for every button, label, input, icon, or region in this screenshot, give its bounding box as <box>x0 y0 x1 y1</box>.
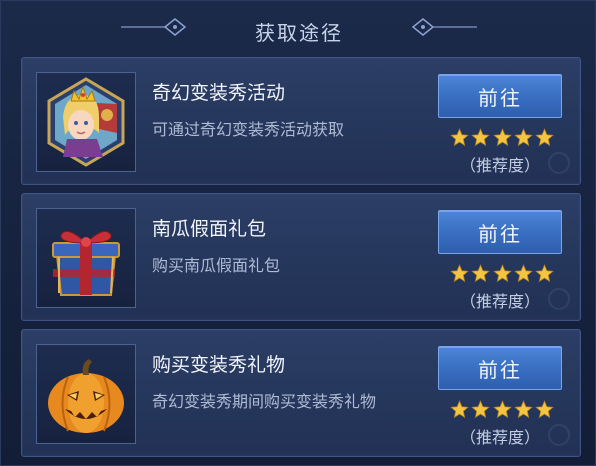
item-description: 购买南瓜假面礼包 <box>152 256 281 275</box>
acquisition-panel: 获取途径 奇幻变装秀活动 可通过奇幻变装秀活动获取 前往 （推荐度） 南瓜假面礼… <box>0 0 596 466</box>
recommendation-label: （推荐度） <box>459 156 540 175</box>
pumpkin-icon <box>48 359 124 433</box>
star-icon <box>513 400 533 419</box>
star-icon <box>471 128 491 147</box>
recommendation-stars <box>450 264 554 284</box>
source-card-buy-gift: 购买变装秀礼物 奇幻变装秀期间购买变装秀礼物 前往 （推荐度） <box>21 329 581 457</box>
source-card-fantasy-event: 奇幻变装秀活动 可通过奇幻变装秀活动获取 前往 （推荐度） <box>21 57 581 185</box>
panel-title: 获取途径 <box>255 21 343 45</box>
star-icon <box>450 400 469 419</box>
star-icon <box>535 400 554 419</box>
recommendation-stars <box>450 128 554 148</box>
source-card-pumpkin-pack: 南瓜假面礼包 购买南瓜假面礼包 前往 （推荐度） <box>21 193 581 321</box>
star-icon <box>513 264 533 283</box>
item-thumbnail <box>36 208 136 308</box>
gift-box-icon <box>52 230 120 296</box>
star-icon <box>471 264 491 283</box>
star-icon <box>492 128 512 147</box>
item-description: 奇幻变装秀期间购买变装秀礼物 <box>152 392 377 411</box>
item-title: 购买变装秀礼物 <box>152 354 286 376</box>
item-title: 奇幻变装秀活动 <box>152 82 286 104</box>
star-icon <box>535 128 554 147</box>
star-icon <box>471 400 491 419</box>
star-icon <box>492 264 512 283</box>
item-description: 可通过奇幻变装秀活动获取 <box>152 120 345 139</box>
star-icon <box>450 128 469 147</box>
item-thumbnail <box>36 72 136 172</box>
star-icon <box>492 400 512 419</box>
recommendation-label: （推荐度） <box>459 428 540 447</box>
star-icon <box>513 128 533 147</box>
recommendation-label: （推荐度） <box>459 292 540 311</box>
go-button[interactable]: 前往 <box>438 346 562 390</box>
go-button[interactable]: 前往 <box>438 210 562 254</box>
panel-header: 获取途径 <box>1 1 596 57</box>
star-icon <box>535 264 554 283</box>
item-thumbnail <box>36 344 136 444</box>
star-icon <box>450 264 469 283</box>
recommendation-stars <box>450 400 554 420</box>
hero-portrait-icon <box>47 77 125 167</box>
go-button[interactable]: 前往 <box>438 74 562 118</box>
item-title: 南瓜假面礼包 <box>152 218 267 240</box>
header-ornament-right-icon <box>411 18 477 36</box>
